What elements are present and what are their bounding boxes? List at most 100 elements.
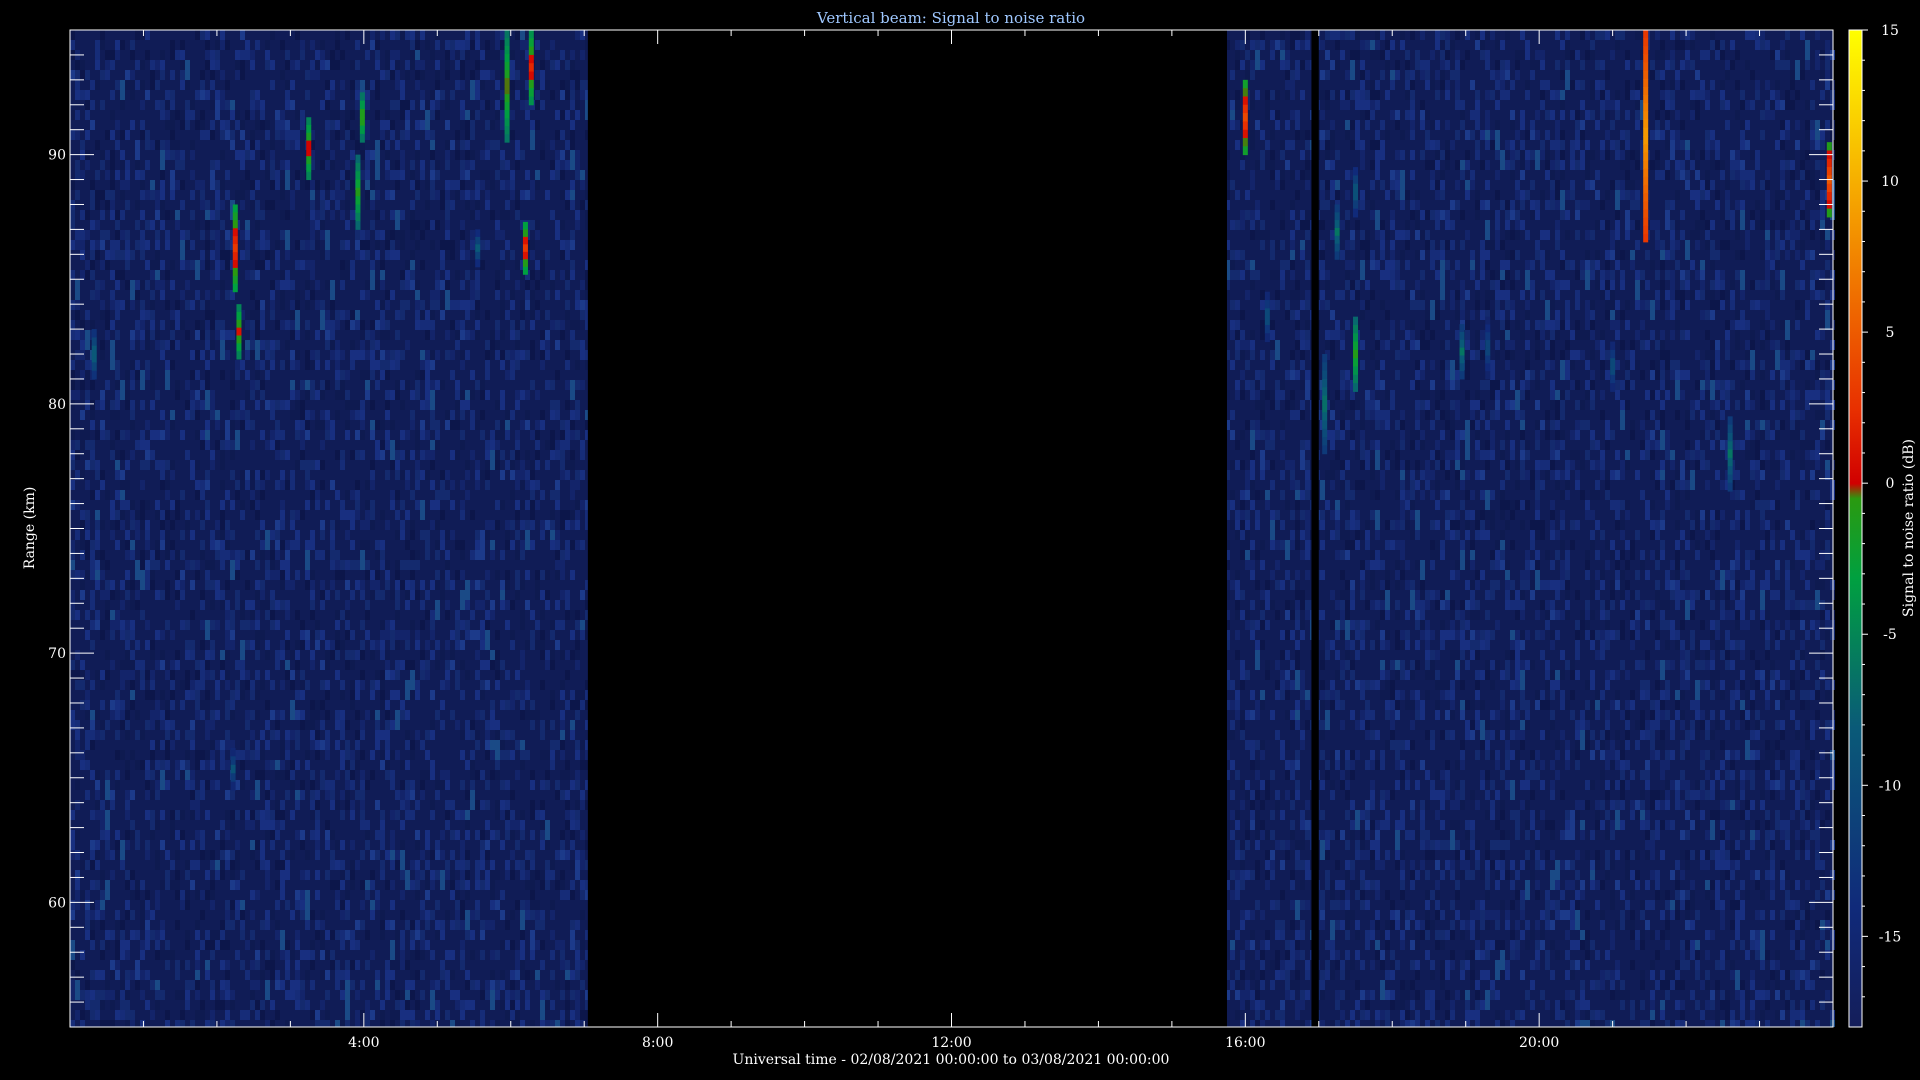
noise-cell <box>170 40 175 50</box>
noise-cell <box>265 820 270 830</box>
noise-cell <box>215 240 220 250</box>
noise-cell <box>365 90 370 100</box>
noise-cell <box>70 210 75 220</box>
noise-cell <box>260 360 265 370</box>
noise-cell <box>330 950 335 960</box>
noise-cell <box>145 780 150 790</box>
noise-cell <box>460 810 465 820</box>
noise-cell <box>475 300 480 310</box>
noise-cell <box>400 1020 405 1027</box>
noise-cell <box>535 230 540 240</box>
noise-cell <box>265 530 270 550</box>
noise-cell <box>100 570 105 580</box>
noise-cell <box>435 840 440 850</box>
noise-cell <box>110 790 115 800</box>
noise-cell <box>300 1000 305 1010</box>
noise-cell <box>450 140 455 150</box>
noise-cell <box>85 270 90 280</box>
noise-cell <box>395 310 400 320</box>
noise-cell <box>490 980 495 990</box>
noise-cell <box>380 860 385 870</box>
noise-cell <box>500 840 505 850</box>
noise-cell <box>470 210 475 220</box>
noise-cell <box>405 480 410 490</box>
noise-cell <box>575 220 580 230</box>
noise-cell <box>290 320 295 330</box>
noise-cell <box>150 1010 155 1020</box>
noise-cell <box>180 150 185 160</box>
noise-cell <box>570 510 575 520</box>
noise-cell <box>215 740 220 750</box>
noise-cell <box>280 540 285 550</box>
noise-cell <box>540 60 545 70</box>
noise-cell <box>160 520 165 530</box>
noise-cell <box>320 700 325 710</box>
noise-cell <box>330 60 335 70</box>
noise-cell <box>140 370 145 390</box>
noise-cell <box>505 540 510 550</box>
noise-cell <box>150 690 155 700</box>
noise-cell <box>430 990 435 1010</box>
noise-cell <box>500 180 505 190</box>
noise-cell <box>115 770 120 780</box>
noise-cell <box>110 150 115 160</box>
noise-cell <box>120 190 125 200</box>
noise-cell <box>410 670 415 690</box>
noise-cell <box>435 520 440 530</box>
noise-cell <box>85 1010 90 1020</box>
noise-cell <box>255 620 260 630</box>
noise-cell <box>170 740 175 750</box>
noise-cell <box>570 200 575 210</box>
noise-cell <box>510 990 515 1000</box>
noise-cell <box>425 180 430 190</box>
noise-cell <box>420 370 425 380</box>
noise-cell <box>435 40 440 50</box>
noise-cell <box>410 530 415 540</box>
noise-cell <box>500 300 505 310</box>
noise-cell <box>165 100 170 110</box>
noise-cell <box>400 430 405 440</box>
noise-cell <box>280 770 285 780</box>
noise-cell <box>95 550 100 560</box>
noise-cell <box>215 270 220 280</box>
noise-cell <box>250 190 255 200</box>
noise-cell <box>220 870 225 880</box>
noise-cell <box>360 240 365 250</box>
noise-cell <box>185 650 190 660</box>
noise-cell <box>205 670 210 680</box>
noise-cell <box>80 580 85 590</box>
noise-cell <box>350 180 355 190</box>
noise-cell <box>330 480 335 490</box>
noise-cell <box>575 500 580 510</box>
noise-cell <box>415 280 420 290</box>
noise-cell <box>345 930 350 940</box>
noise-cell <box>70 590 75 600</box>
noise-cell <box>195 350 200 360</box>
noise-cell <box>310 380 315 390</box>
noise-cell <box>475 900 480 910</box>
noise-cell <box>260 120 265 130</box>
noise-cell <box>335 710 340 720</box>
noise-cell <box>70 40 75 50</box>
noise-cell <box>380 30 385 40</box>
noise-cell <box>570 80 575 90</box>
noise-cell <box>365 630 370 640</box>
noise-cell <box>390 690 395 700</box>
noise-cell <box>170 320 175 330</box>
noise-cell <box>280 750 285 760</box>
noise-cell <box>295 460 300 470</box>
noise-cell <box>510 250 515 260</box>
noise-cell <box>450 180 455 190</box>
noise-cell <box>405 790 410 800</box>
noise-cell <box>345 320 350 330</box>
noise-cell <box>490 870 495 880</box>
noise-cell <box>445 860 450 870</box>
noise-cell <box>565 460 570 470</box>
noise-cell <box>325 360 330 370</box>
noise-cell <box>90 180 95 190</box>
noise-cell <box>200 480 205 490</box>
noise-cell <box>555 170 560 180</box>
noise-cell <box>400 850 405 870</box>
noise-cell <box>505 600 510 610</box>
noise-cell <box>565 700 570 710</box>
